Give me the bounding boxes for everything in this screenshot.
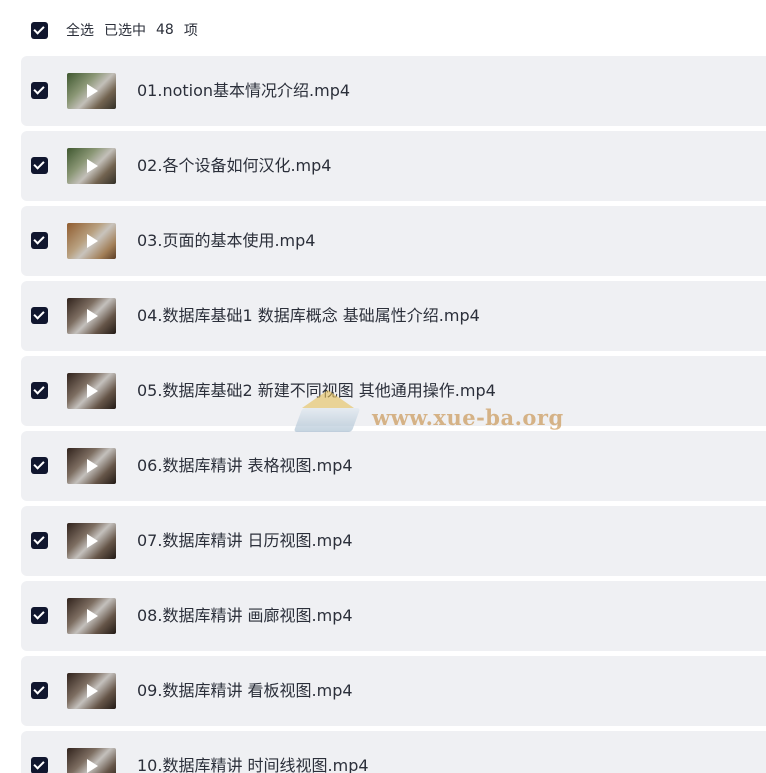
play-icon — [87, 759, 98, 773]
file-checkbox[interactable] — [31, 232, 48, 249]
file-name: 06.数据库精讲 表格视图.mp4 — [137, 456, 353, 475]
file-name: 05.数据库基础2 新建不同视图 其他通用操作.mp4 — [137, 381, 496, 400]
file-selection-page: 全选 已选中 48 项 01.notion基本情况介绍.mp4 02.各个设备如… — [0, 0, 766, 773]
file-list: 01.notion基本情况介绍.mp4 02.各个设备如何汉化.mp4 03.页… — [21, 56, 766, 773]
video-thumbnail — [67, 748, 116, 773]
file-row[interactable]: 10.数据库精讲 时间线视图.mp4 — [21, 731, 766, 773]
file-checkbox[interactable] — [31, 382, 48, 399]
play-icon — [87, 534, 98, 548]
file-row[interactable]: 02.各个设备如何汉化.mp4 — [21, 131, 766, 201]
file-name: 02.各个设备如何汉化.mp4 — [137, 156, 332, 175]
selected-suffix: 项 — [183, 23, 198, 39]
play-icon — [87, 684, 98, 698]
play-icon — [87, 309, 98, 323]
video-thumbnail — [67, 673, 116, 709]
video-thumbnail — [67, 598, 116, 634]
play-icon — [87, 234, 98, 248]
video-thumbnail — [67, 523, 116, 559]
file-row[interactable]: 04.数据库基础1 数据库概念 基础属性介绍.mp4 — [21, 281, 766, 351]
file-name: 08.数据库精讲 画廊视图.mp4 — [137, 606, 353, 625]
file-name: 09.数据库精讲 看板视图.mp4 — [137, 681, 353, 700]
video-thumbnail — [67, 298, 116, 334]
file-name: 04.数据库基础1 数据库概念 基础属性介绍.mp4 — [137, 306, 480, 325]
play-icon — [87, 459, 98, 473]
file-checkbox[interactable] — [31, 607, 48, 624]
play-icon — [87, 384, 98, 398]
file-name: 03.页面的基本使用.mp4 — [137, 231, 316, 250]
file-row[interactable]: 03.页面的基本使用.mp4 — [21, 206, 766, 276]
play-icon — [87, 159, 98, 173]
video-thumbnail — [67, 148, 116, 184]
file-checkbox[interactable] — [31, 307, 48, 324]
play-icon — [87, 609, 98, 623]
selection-header: 全选 已选中 48 项 — [31, 20, 198, 40]
video-thumbnail — [67, 373, 116, 409]
file-row[interactable]: 01.notion基本情况介绍.mp4 — [21, 56, 766, 126]
video-thumbnail — [67, 223, 116, 259]
file-checkbox[interactable] — [31, 532, 48, 549]
file-name: 10.数据库精讲 时间线视图.mp4 — [137, 756, 369, 773]
video-thumbnail — [67, 448, 116, 484]
file-row[interactable]: 06.数据库精讲 表格视图.mp4 — [21, 431, 766, 501]
select-all-checkbox[interactable] — [31, 21, 48, 39]
file-row[interactable]: 05.数据库基础2 新建不同视图 其他通用操作.mp4 — [21, 356, 766, 426]
file-row[interactable]: 07.数据库精讲 日历视图.mp4 — [21, 506, 766, 576]
file-row[interactable]: 09.数据库精讲 看板视图.mp4 — [21, 656, 766, 726]
file-checkbox[interactable] — [31, 682, 48, 699]
file-checkbox[interactable] — [31, 82, 48, 99]
selected-count: 48 — [156, 22, 174, 38]
play-icon — [87, 84, 98, 98]
file-name: 01.notion基本情况介绍.mp4 — [137, 81, 351, 100]
select-all-label[interactable]: 全选 — [66, 20, 94, 40]
file-checkbox[interactable] — [31, 157, 48, 174]
file-name: 07.数据库精讲 日历视图.mp4 — [137, 531, 353, 550]
file-checkbox[interactable] — [31, 757, 48, 773]
file-checkbox[interactable] — [31, 457, 48, 474]
video-thumbnail — [67, 73, 116, 109]
file-row[interactable]: 08.数据库精讲 画廊视图.mp4 — [21, 581, 766, 651]
selected-prefix: 已选中 — [104, 23, 146, 39]
